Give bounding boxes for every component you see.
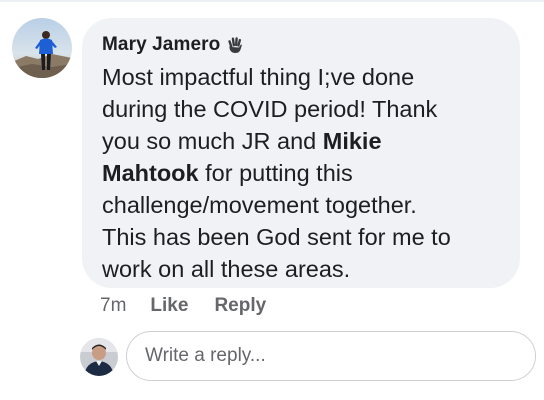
reply-button[interactable]: Reply (214, 295, 266, 317)
comment-text: Most impactful thing I;ve done during th… (102, 61, 514, 285)
comment-line: Most impactful thing I;ve done (102, 64, 415, 90)
comment-line: challenge/movement together. (102, 192, 417, 218)
divider (0, 0, 544, 2)
comment-line: work on all these areas. (102, 256, 351, 282)
comment-thread: Mary Jamero Most impactful thing I;ve do… (0, 0, 544, 400)
avatar[interactable] (12, 18, 72, 78)
profile-photo (12, 18, 72, 78)
author-name[interactable]: Mary Jamero (102, 34, 220, 56)
current-user-avatar[interactable] (80, 338, 118, 376)
comment-line: you so much JR and Mikie (102, 128, 382, 154)
comment-line: Mahtook for putting this (102, 160, 353, 186)
like-button[interactable]: Like (150, 295, 188, 317)
comment-line: during the COVID period! Thank (102, 96, 438, 122)
comment-timestamp[interactable]: 7m (100, 295, 126, 317)
tagged-mention[interactable]: Mikie (323, 128, 382, 154)
profile-photo (80, 338, 118, 376)
comment-actions: 7m Like Reply (100, 292, 292, 320)
reply-input[interactable] (126, 331, 536, 381)
waving-hand-icon (225, 35, 245, 55)
comment-header: Mary Jamero (102, 31, 245, 59)
tagged-mention[interactable]: Mahtook (102, 160, 199, 186)
comment-line: This has been God sent for me to (102, 224, 451, 250)
